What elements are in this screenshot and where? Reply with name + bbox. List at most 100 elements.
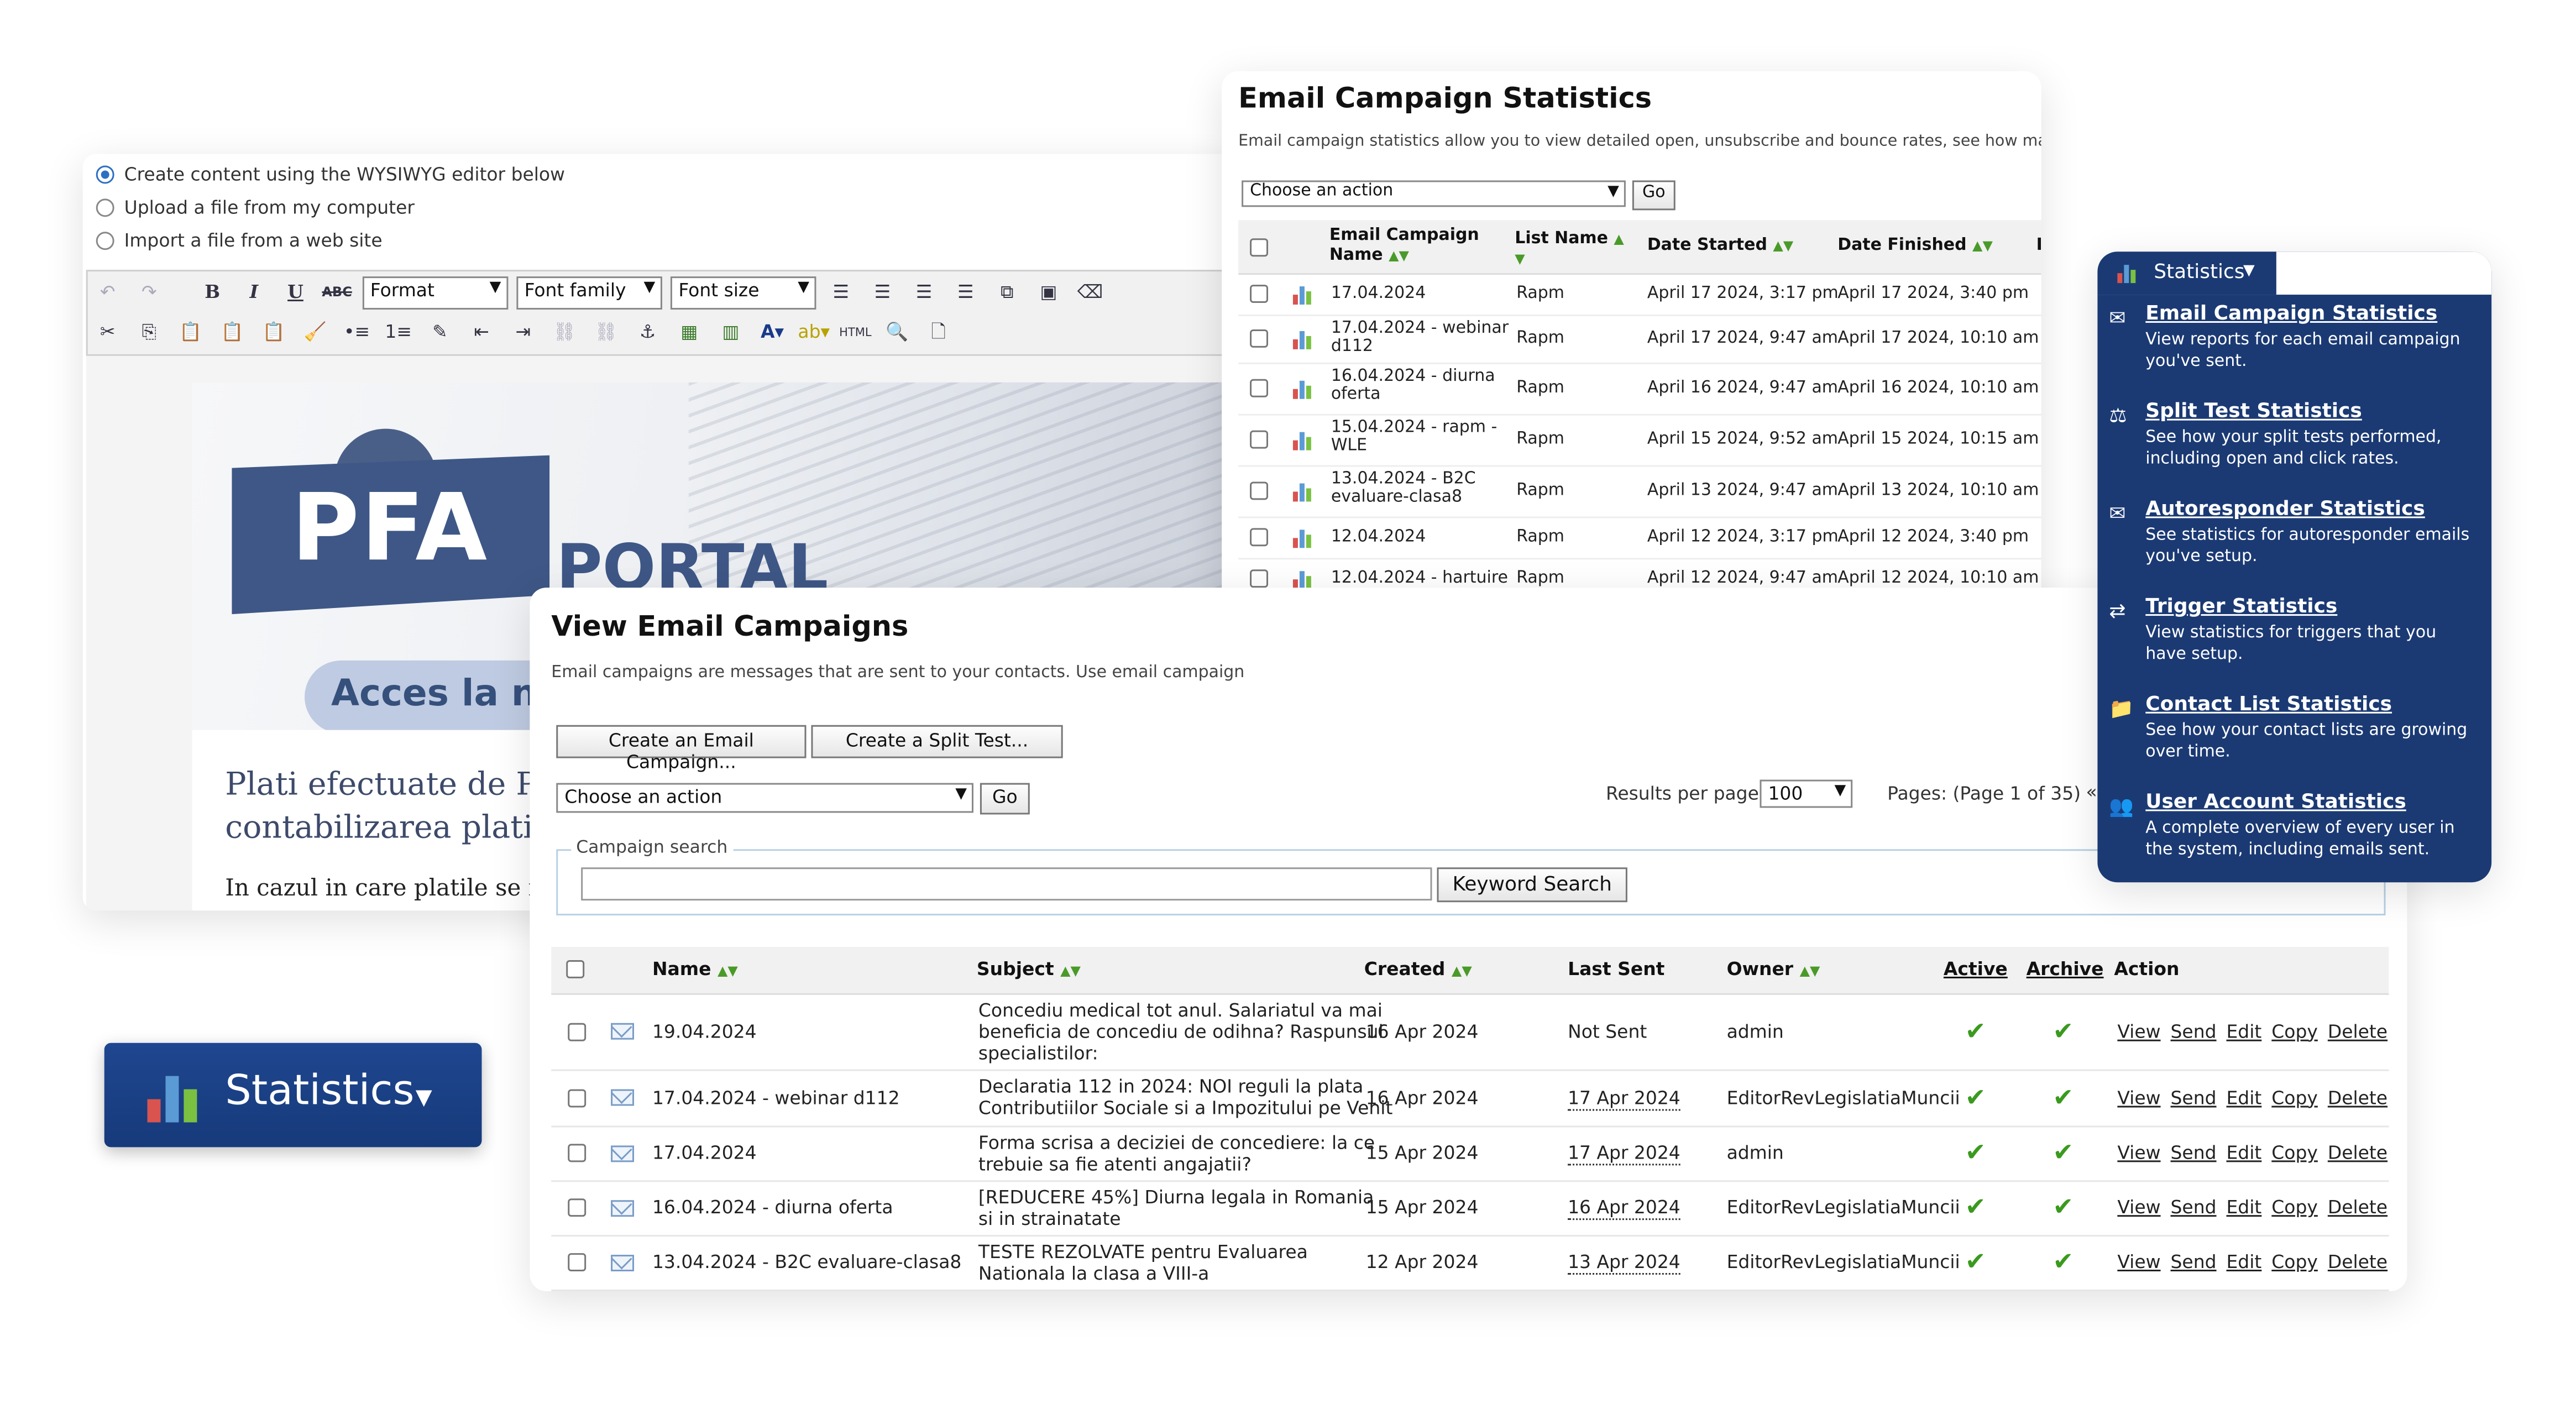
text-color-icon[interactable]: A▾: [756, 317, 789, 347]
row-checkbox[interactable]: [1250, 528, 1269, 547]
radio-option[interactable]: Upload a file from my computer: [96, 197, 565, 230]
bar-chart-icon[interactable]: [1292, 328, 1316, 349]
fullscreen-icon[interactable]: ▣: [1032, 277, 1065, 307]
bar-chart-icon[interactable]: [1292, 481, 1316, 501]
radio-button[interactable]: [96, 232, 114, 250]
cleanup-icon[interactable]: 🧹: [299, 317, 332, 347]
archive-check-icon[interactable]: ✔: [2053, 1015, 2074, 1045]
align-center-icon[interactable]: ☰: [866, 277, 899, 307]
paste-word-icon[interactable]: 📋: [257, 317, 290, 347]
action-edit-link[interactable]: Edit: [2226, 1087, 2261, 1108]
statistics-menu-item[interactable]: ✉ Email Campaign Statistics View reports f…: [2097, 301, 2491, 399]
action-delete-link[interactable]: Delete: [2328, 1087, 2387, 1108]
bar-chart-icon[interactable]: [1292, 569, 1316, 589]
pagination-previous[interactable]: «: [2086, 782, 2097, 803]
campaign-search-input[interactable]: [581, 867, 1432, 901]
menu-item-title[interactable]: User Account Statistics: [2145, 790, 2481, 813]
active-check-icon[interactable]: ✔: [1965, 1015, 1986, 1045]
bold-icon[interactable]: B: [196, 277, 229, 307]
campaigns-select-all-checkbox[interactable]: [566, 960, 585, 978]
action-delete-link[interactable]: Delete: [2328, 1142, 2387, 1164]
action-view-link[interactable]: View: [2117, 1251, 2160, 1273]
action-view-link[interactable]: View: [2117, 1197, 2160, 1218]
archive-check-icon[interactable]: ✔: [2053, 1137, 2074, 1167]
edit-source-icon[interactable]: ✎: [423, 317, 457, 347]
format-select[interactable]: Format ▼: [362, 275, 508, 309]
underline-icon[interactable]: U: [279, 277, 312, 307]
active-check-icon[interactable]: ✔: [1965, 1137, 1986, 1167]
statistics-menu-item[interactable]: 👥 User Account Statistics A complete overv…: [2097, 790, 2491, 883]
action-copy-link[interactable]: Copy: [2271, 1251, 2318, 1273]
create-split-test-button[interactable]: Create a Split Test...: [811, 725, 1063, 758]
bar-chart-icon[interactable]: [1292, 527, 1316, 547]
radio-button[interactable]: [96, 165, 114, 184]
row-checkbox[interactable]: [568, 1022, 587, 1041]
row-checkbox[interactable]: [1250, 285, 1269, 303]
campaigns-action-select[interactable]: Choose an action ▼: [556, 783, 973, 813]
action-edit-link[interactable]: Edit: [2226, 1197, 2261, 1218]
active-check-icon[interactable]: ✔: [1965, 1246, 1986, 1276]
action-copy-link[interactable]: Copy: [2271, 1087, 2318, 1108]
header-archive[interactable]: Archive: [2027, 958, 2104, 980]
results-per-page-select[interactable]: 100 ▼: [1760, 779, 1853, 808]
row-checkbox[interactable]: [1250, 329, 1269, 348]
action-send-link[interactable]: Send: [2171, 1251, 2217, 1273]
outdent-icon[interactable]: ⇤: [465, 317, 498, 347]
radio-option[interactable]: Import a file from a web site: [96, 230, 565, 263]
numbered-list-icon[interactable]: 1≡: [382, 317, 415, 347]
row-checkbox[interactable]: [1250, 430, 1269, 449]
link-icon[interactable]: ⛓: [548, 317, 581, 347]
statistics-go-button[interactable]: Go: [1632, 180, 1676, 211]
menu-item-title[interactable]: Email Campaign Statistics: [2145, 301, 2481, 324]
statistics-action-select[interactable]: Choose an action ▼: [1242, 180, 1626, 207]
italic-icon[interactable]: I: [237, 277, 270, 307]
header-campaign-name[interactable]: Email Campaign Name ▲▼: [1329, 227, 1479, 266]
indent-icon[interactable]: ⇥: [506, 317, 540, 347]
paste-icon[interactable]: 📋: [174, 317, 207, 347]
action-view-link[interactable]: View: [2117, 1142, 2160, 1164]
clear-format-icon[interactable]: ⌫: [1074, 277, 1107, 307]
header-active[interactable]: Active: [1944, 958, 2008, 980]
row-checkbox[interactable]: [568, 1253, 587, 1272]
highlight-icon[interactable]: ab▾: [797, 317, 830, 347]
menu-item-title[interactable]: Split Test Statistics: [2145, 399, 2481, 422]
action-edit-link[interactable]: Edit: [2226, 1251, 2261, 1273]
menu-item-title[interactable]: Autoresponder Statistics: [2145, 496, 2481, 520]
action-copy-link[interactable]: Copy: [2271, 1142, 2318, 1164]
header-subject[interactable]: Subject ▲▼: [977, 958, 1081, 980]
active-check-icon[interactable]: ✔: [1965, 1082, 1986, 1112]
media-icon[interactable]: ▥: [714, 317, 747, 347]
cut-icon[interactable]: ✂: [91, 317, 124, 347]
action-view-link[interactable]: View: [2117, 1020, 2160, 1042]
header-name[interactable]: Name ▲▼: [652, 958, 738, 980]
statistics-menu-item[interactable]: ⚖ Split Test Statistics See how your split…: [2097, 399, 2491, 497]
radio-option[interactable]: Create content using the WYSIWYG editor …: [96, 164, 565, 197]
action-send-link[interactable]: Send: [2171, 1087, 2217, 1108]
bar-chart-icon[interactable]: [1292, 284, 1316, 304]
row-checkbox[interactable]: [568, 1144, 587, 1162]
keyword-search-button[interactable]: Keyword Search: [1437, 867, 1627, 903]
header-owner[interactable]: Owner ▲▼: [1727, 958, 1820, 980]
bar-chart-icon[interactable]: [1292, 429, 1316, 450]
preview-icon[interactable]: 🔍: [881, 317, 914, 347]
action-send-link[interactable]: Send: [2171, 1197, 2217, 1218]
action-send-link[interactable]: Send: [2171, 1020, 2217, 1042]
action-delete-link[interactable]: Delete: [2328, 1251, 2387, 1273]
archive-check-icon[interactable]: ✔: [2053, 1246, 2074, 1276]
html-source-icon[interactable]: HTML: [839, 317, 872, 347]
header-created[interactable]: Created ▲▼: [1364, 958, 1472, 980]
insert-template-icon[interactable]: ⧉: [991, 277, 1024, 307]
paste-text-icon[interactable]: 📋: [216, 317, 249, 347]
menu-item-title[interactable]: Trigger Statistics: [2145, 594, 2481, 617]
font-family-select[interactable]: Font family ▼: [516, 275, 662, 309]
image-icon[interactable]: ▦: [673, 317, 706, 347]
header-date-finished[interactable]: Date Finished ▲▼: [1837, 237, 1993, 255]
unlink-icon[interactable]: ⛓: [590, 317, 623, 347]
archive-check-icon[interactable]: ✔: [2053, 1192, 2074, 1222]
radio-button[interactable]: [96, 198, 114, 217]
active-check-icon[interactable]: ✔: [1965, 1192, 1986, 1222]
archive-check-icon[interactable]: ✔: [2053, 1082, 2074, 1112]
statistics-menu-item[interactable]: ⇄ Trigger Statistics View statistics for t…: [2097, 594, 2491, 692]
action-delete-link[interactable]: Delete: [2328, 1197, 2387, 1218]
document-icon[interactable]: 🗋: [922, 317, 955, 347]
